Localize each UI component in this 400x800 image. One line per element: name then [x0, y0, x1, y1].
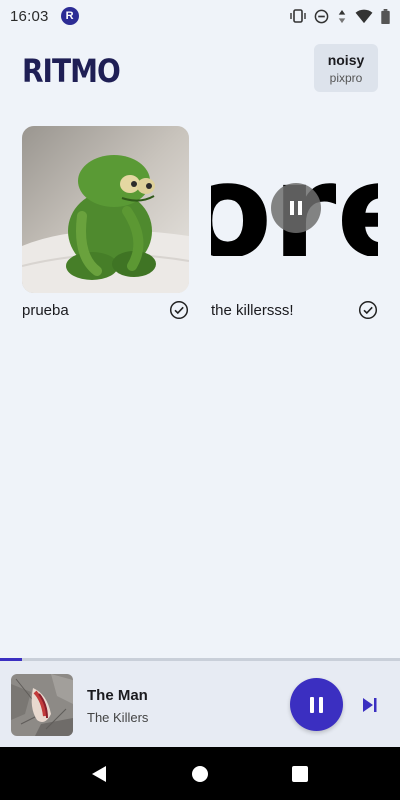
- pause-bar: [310, 696, 314, 713]
- playlist-caption: prueba: [22, 300, 189, 320]
- playlist-pause-button[interactable]: [271, 183, 321, 233]
- status-bar: 16:03 R: [0, 0, 400, 32]
- do-not-disturb-icon: [314, 9, 329, 23]
- playlist-cover[interactable]: ore: [211, 126, 378, 293]
- playlist-name: prueba: [22, 301, 69, 319]
- playlist-card[interactable]: ore the killersss!: [211, 126, 378, 320]
- status-icons: [290, 8, 390, 24]
- app-logo: RITMO: [22, 52, 121, 90]
- skip-next-icon[interactable]: [358, 694, 380, 716]
- playlist-cover-image: [22, 126, 189, 293]
- playlist-card[interactable]: prueba: [22, 126, 189, 320]
- app-header: RITMO noisy pixpro: [0, 36, 400, 100]
- track-artwork-image: [11, 674, 73, 736]
- status-time: 16:03: [10, 7, 49, 25]
- pause-button[interactable]: [290, 678, 343, 731]
- user-name: noisy: [327, 51, 365, 68]
- vibrate-icon: [290, 9, 306, 23]
- system-navigation-bar: [0, 747, 400, 800]
- track-title: The Man: [87, 687, 148, 704]
- home-icon[interactable]: [191, 765, 209, 783]
- now-playing-bar[interactable]: The Man The Killers: [0, 661, 400, 747]
- track-artist: The Killers: [87, 710, 149, 725]
- user-service: pixpro: [329, 70, 363, 85]
- battery-icon: [381, 8, 390, 24]
- wifi-icon: [355, 9, 373, 23]
- pause-bar: [290, 201, 294, 215]
- app-notification-letter: R: [65, 10, 74, 22]
- playlist-cover[interactable]: [22, 126, 189, 293]
- playlist-caption: the killersss!: [211, 300, 378, 320]
- app-notification-icon: R: [60, 7, 79, 25]
- recent-apps-icon[interactable]: [291, 765, 309, 783]
- back-icon[interactable]: [90, 765, 108, 783]
- pause-bar: [319, 696, 323, 713]
- check-circle-icon[interactable]: [358, 300, 378, 320]
- check-circle-icon[interactable]: [169, 300, 189, 320]
- pause-bar: [298, 201, 302, 215]
- data-arrows-icon: [338, 9, 346, 23]
- track-artwork: [11, 674, 73, 736]
- playlist-name: the killersss!: [211, 301, 294, 319]
- user-profile-button[interactable]: noisy pixpro: [314, 44, 378, 92]
